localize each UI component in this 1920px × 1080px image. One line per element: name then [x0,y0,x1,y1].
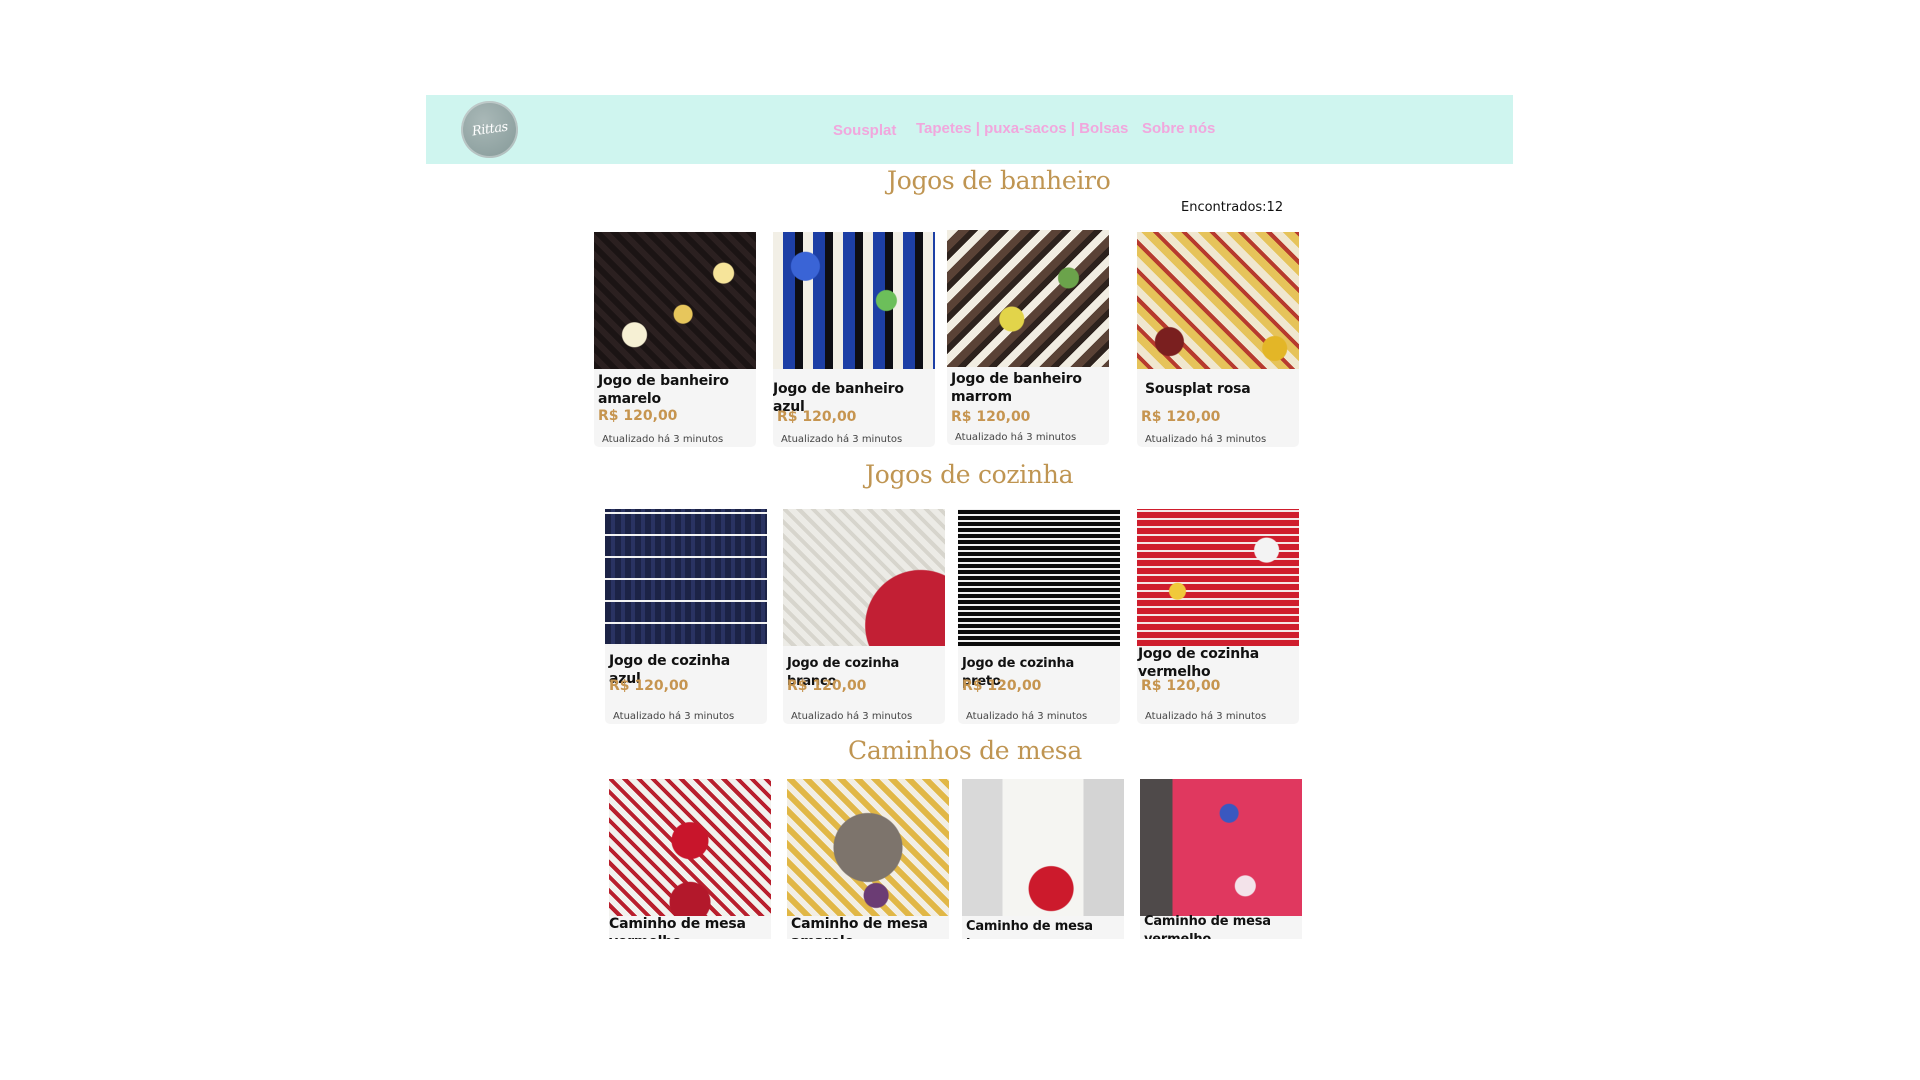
product-name[interactable]: Jogo de banheiro marrom [951,370,1105,406]
product-updated: Atualizado há 3 minutos [602,434,724,445]
product-image[interactable] [773,232,935,369]
product-card[interactable]: Caminho de mesa vermelho [1140,779,1302,939]
product-price: R$ 120,00 [787,678,867,694]
product-name[interactable]: Caminho de mesa vermelho [1144,913,1298,939]
product-image[interactable] [594,232,756,369]
product-card[interactable]: Jogo de cozinha preto R$ 120,00 Atualiza… [958,509,1120,724]
section-title-cozinha: Jogos de cozinha [865,460,1074,489]
product-card[interactable]: Caminho de mesa amarelo [787,779,949,939]
product-image[interactable] [1137,232,1299,369]
product-image[interactable] [787,779,949,916]
product-image[interactable] [783,509,945,646]
product-card[interactable]: Sousplat rosa R$ 120,00 Atualizado há 3 … [1137,232,1299,447]
product-updated: Atualizado há 3 minutos [1145,711,1267,722]
product-updated: Atualizado há 3 minutos [1145,434,1267,445]
product-card[interactable]: Jogo de cozinha vermelho R$ 120,00 Atual… [1137,509,1299,724]
product-updated: Atualizado há 3 minutos [781,434,903,445]
product-name[interactable]: Jogo de cozinha vermelho [1138,645,1295,681]
product-image[interactable] [1140,779,1302,916]
product-price: R$ 120,00 [609,678,689,694]
product-image[interactable] [609,779,771,916]
product-updated: Atualizado há 3 minutos [966,711,1088,722]
content-area: Jogos de banheiro Encontrados:12 Jogo de… [0,0,1920,939]
product-card[interactable]: Jogo de banheiro amarelo R$ 120,00 Atual… [594,232,756,447]
product-updated: Atualizado há 3 minutos [791,711,913,722]
product-name[interactable]: Sousplat rosa [1145,380,1295,398]
product-name[interactable]: Caminho de mesa vermelho [609,915,767,939]
product-image[interactable] [958,509,1120,646]
product-card[interactable]: Caminho de mesa vermelho [609,779,771,939]
product-price: R$ 120,00 [1141,409,1221,425]
product-price: R$ 120,00 [951,409,1031,425]
product-image[interactable] [605,509,767,646]
product-updated: Atualizado há 3 minutos [955,432,1077,443]
product-image[interactable] [962,779,1124,916]
product-card[interactable]: Caminho de mesa branco [962,779,1124,939]
found-count: Encontrados:12 [1181,200,1284,215]
product-image[interactable] [947,230,1109,367]
product-card[interactable]: Jogo de cozinha branco R$ 120,00 Atualiz… [783,509,945,724]
product-name[interactable]: Caminho de mesa branco [966,918,1120,939]
product-updated: Atualizado há 3 minutos [613,711,735,722]
section-title-caminhos-de-mesa: Caminhos de mesa [848,736,1082,765]
product-card[interactable]: Jogo de banheiro marrom R$ 120,00 Atuali… [947,230,1109,445]
product-price: R$ 120,00 [598,408,678,424]
product-price: R$ 120,00 [962,678,1042,694]
product-card[interactable]: Jogo de cozinha azul R$ 120,00 Atualizad… [605,509,767,724]
product-price: R$ 120,00 [1141,678,1221,694]
page: Rittas Sousplat Tapetes | puxa-sacos | B… [0,0,1920,1080]
section-title-banheiro: Jogos de banheiro [887,166,1111,195]
product-name[interactable]: Caminho de mesa amarelo [791,915,945,939]
product-price: R$ 120,00 [777,409,857,425]
product-name[interactable]: Jogo de banheiro amarelo [598,372,752,408]
product-image[interactable] [1137,509,1299,646]
product-card[interactable]: Jogo de banheiro azul R$ 120,00 Atualiza… [773,232,935,447]
